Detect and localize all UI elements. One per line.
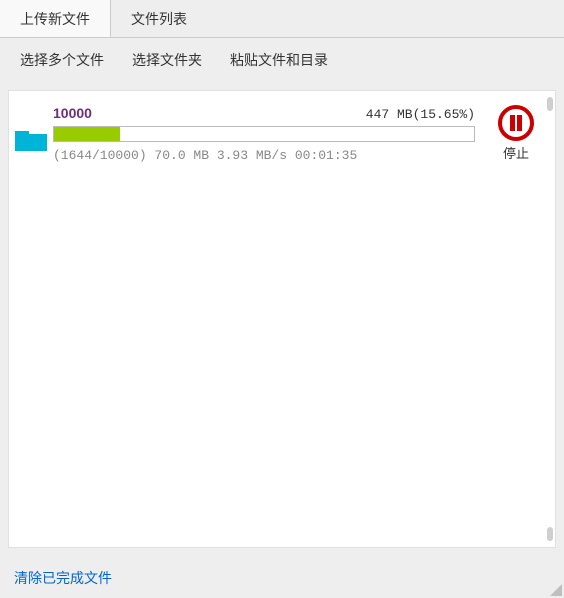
progress-fill xyxy=(54,127,120,141)
progress-bar xyxy=(53,126,475,142)
upload-item: 10000 447 MB(15.65%) (1644/10000) 70.0 M… xyxy=(9,91,555,163)
upload-body: 10000 447 MB(15.65%) (1644/10000) 70.0 M… xyxy=(49,105,479,163)
select-multiple-files-link[interactable]: 选择多个文件 xyxy=(20,50,104,70)
select-folder-link[interactable]: 选择文件夹 xyxy=(132,50,202,70)
toolbar: 选择多个文件 选择文件夹 粘贴文件和目录 xyxy=(0,38,564,80)
upload-size-label: 447 MB(15.65%) xyxy=(366,107,475,122)
tab-upload-new-label: 上传新文件 xyxy=(20,11,90,27)
scrollbar-top-handle[interactable] xyxy=(547,97,553,111)
folder-icon xyxy=(15,127,49,154)
stop-column: 停止 xyxy=(479,105,543,162)
upload-head: 10000 447 MB(15.65%) xyxy=(53,105,475,122)
stop-label: 停止 xyxy=(489,143,543,162)
paste-files-link[interactable]: 粘贴文件和目录 xyxy=(230,50,328,70)
footer: 清除已完成文件 xyxy=(0,558,564,598)
resize-grip[interactable] xyxy=(550,584,562,596)
tab-upload-new[interactable]: 上传新文件 xyxy=(0,0,111,37)
upload-list-area: 10000 447 MB(15.65%) (1644/10000) 70.0 M… xyxy=(8,90,556,548)
tab-file-list[interactable]: 文件列表 xyxy=(111,0,207,37)
tab-bar: 上传新文件 文件列表 xyxy=(0,0,564,38)
upload-name: 10000 xyxy=(53,105,92,121)
pause-icon[interactable] xyxy=(498,105,534,141)
scrollbar-bottom-handle[interactable] xyxy=(547,527,553,541)
upload-dialog: 上传新文件 文件列表 选择多个文件 选择文件夹 粘贴文件和目录 10000 44… xyxy=(0,0,564,598)
upload-stats: (1644/10000) 70.0 MB 3.93 MB/s 00:01:35 xyxy=(53,148,475,163)
clear-completed-link[interactable]: 清除已完成文件 xyxy=(14,570,112,586)
tab-file-list-label: 文件列表 xyxy=(131,11,187,27)
